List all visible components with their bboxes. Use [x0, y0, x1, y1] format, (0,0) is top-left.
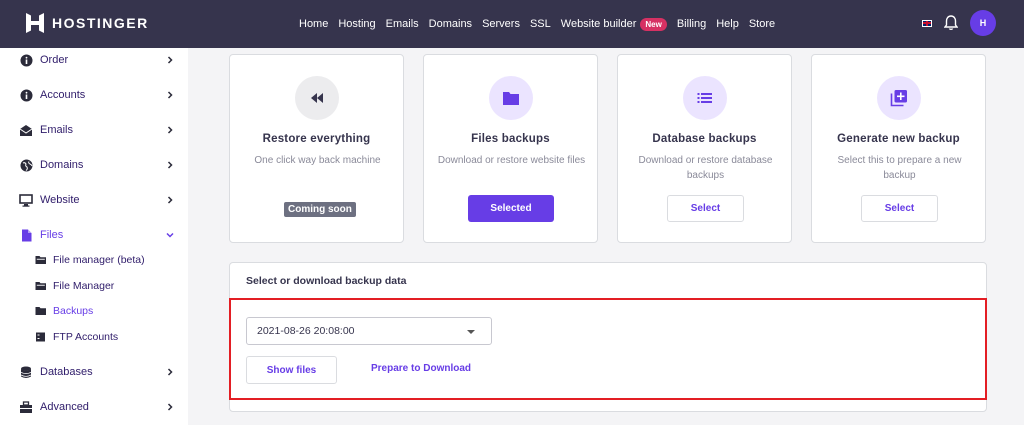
- info-circle-icon: [19, 53, 33, 67]
- card-title: Database backups: [652, 133, 757, 145]
- chevron-down-icon: [166, 232, 174, 238]
- monitor-icon: [19, 193, 33, 207]
- sidebar-subitem-label: Backups: [53, 305, 94, 317]
- header-actions: H: [922, 10, 996, 36]
- card-files-backups[interactable]: Files backups Download or restore websit…: [423, 54, 598, 243]
- nav-hosting[interactable]: Hosting: [338, 18, 375, 30]
- sidebar-item-label: Accounts: [40, 89, 86, 101]
- logo-text: HOSTINGER: [52, 15, 149, 31]
- selected-button[interactable]: Selected: [468, 195, 554, 222]
- sidebar-item-label: Domains: [40, 159, 84, 171]
- sidebar-item-databases[interactable]: Databases: [0, 360, 188, 384]
- sidebar-item-label: Advanced: [40, 401, 89, 413]
- new-badge: New: [640, 17, 667, 31]
- nav-ssl-label: SSL: [529, 18, 551, 30]
- highlight-annotation-box: [229, 298, 987, 400]
- nav-servers-label: Servers: [482, 18, 520, 30]
- add-copy-icon: [877, 76, 921, 120]
- nav-servers[interactable]: Servers: [482, 18, 520, 30]
- nav-ssl[interactable]: SSL: [530, 18, 551, 30]
- coming-soon-badge: Coming soon: [284, 202, 356, 217]
- sidebar-item-label: Order: [40, 54, 69, 66]
- chevron-right-icon: [167, 56, 173, 64]
- folder-icon: [489, 76, 533, 120]
- card-database-backups[interactable]: Database backups Download or restore dat…: [617, 54, 792, 243]
- hostinger-logo-icon: [26, 13, 44, 33]
- sidebar-item-files[interactable]: Files: [0, 223, 188, 247]
- folder-open-icon: [35, 255, 47, 265]
- card-description: Select this to prepare a new backup: [837, 155, 962, 181]
- nav-home[interactable]: Home: [299, 18, 328, 30]
- globe-icon: [19, 158, 33, 172]
- sidebar: Order Accounts Emails Domains Website Fi…: [0, 48, 188, 425]
- rewind-icon: [295, 76, 339, 120]
- card-generate-new-backup[interactable]: Generate new backup Select this to prepa…: [811, 54, 986, 243]
- card-title: Files backups: [471, 133, 550, 145]
- chevron-right-icon: [167, 126, 173, 134]
- info-circle-icon: [19, 88, 33, 102]
- nav-help-label: Help: [716, 18, 739, 30]
- sidebar-item-label: Databases: [40, 366, 93, 378]
- select-generate-backup-button[interactable]: Select: [861, 195, 938, 222]
- nav-domains[interactable]: Domains: [429, 18, 472, 30]
- sidebar-subitem-backups[interactable]: Backups: [0, 301, 188, 321]
- bell-icon[interactable]: [944, 15, 958, 31]
- card-title: Generate new backup: [837, 133, 960, 145]
- sidebar-item-label: Files: [40, 229, 64, 241]
- panel-title: Select or download backup data: [246, 275, 407, 287]
- sidebar-subitem-label: FTP Accounts: [53, 331, 119, 343]
- folder-icon: [35, 306, 47, 316]
- sidebar-item-accounts[interactable]: Accounts: [0, 83, 188, 107]
- card-title: Restore everything: [262, 133, 371, 145]
- sidebar-subitem-file-manager[interactable]: File Manager: [0, 276, 188, 296]
- sidebar-subitem-ftp-accounts[interactable]: FTP Accounts: [0, 327, 188, 347]
- nav-home-label: Home: [299, 18, 329, 30]
- file-icon: [19, 228, 33, 242]
- main-nav: Home Hosting Emails Domains Servers SSL …: [299, 0, 775, 48]
- list-icon: [683, 76, 727, 120]
- sidebar-item-label: Emails: [40, 124, 74, 136]
- database-icon: [19, 365, 33, 379]
- avatar[interactable]: H: [970, 10, 996, 36]
- sidebar-subitem-label: File Manager: [53, 280, 115, 292]
- nav-store[interactable]: Store: [749, 18, 775, 30]
- chevron-right-icon: [167, 161, 173, 169]
- chevron-right-icon: [167, 368, 173, 376]
- nav-domains-label: Domains: [428, 18, 473, 30]
- nav-emails[interactable]: Emails: [386, 18, 419, 30]
- hostinger-logo[interactable]: HOSTINGER: [26, 13, 149, 33]
- chevron-right-icon: [167, 403, 173, 411]
- card-restore-everything: Restore everything One click way back ma…: [229, 54, 404, 243]
- chevron-right-icon: [167, 196, 173, 204]
- sidebar-subitem-label: File manager (beta): [53, 254, 145, 266]
- nav-billing[interactable]: Billing: [677, 18, 706, 30]
- sidebar-item-advanced[interactable]: Advanced: [0, 395, 188, 419]
- card-description: Download or restore database backups: [638, 155, 773, 181]
- nav-website-builder[interactable]: Website builder New: [560, 17, 667, 31]
- sidebar-subitem-file-manager-beta[interactable]: File manager (beta): [0, 250, 188, 270]
- toolbox-icon: [19, 400, 33, 414]
- top-navigation-bar: HOSTINGER Home Hosting Emails Domains Se…: [0, 0, 1024, 48]
- sidebar-item-website[interactable]: Website: [0, 188, 188, 212]
- uk-flag-icon[interactable]: [922, 19, 932, 27]
- nav-emails-label: Emails: [385, 18, 419, 30]
- chevron-right-icon: [167, 91, 173, 99]
- nav-help[interactable]: Help: [716, 18, 739, 30]
- folder-open-icon: [35, 281, 47, 291]
- sidebar-item-order[interactable]: Order: [0, 48, 188, 72]
- card-description: Download or restore website files: [437, 155, 586, 166]
- sidebar-item-domains[interactable]: Domains: [0, 153, 188, 177]
- nav-hosting-label: Hosting: [338, 18, 376, 30]
- sidebar-item-label: Website: [40, 194, 80, 206]
- server-icon: [35, 332, 47, 342]
- sidebar-item-emails[interactable]: Emails: [0, 118, 188, 142]
- nav-store-label: Store: [748, 18, 776, 30]
- nav-website-builder-label: Website builder: [560, 18, 637, 30]
- select-database-backups-button[interactable]: Select: [667, 195, 744, 222]
- envelope-open-icon: [19, 123, 33, 137]
- card-description: One click way back machine: [254, 155, 381, 166]
- nav-billing-label: Billing: [676, 18, 707, 30]
